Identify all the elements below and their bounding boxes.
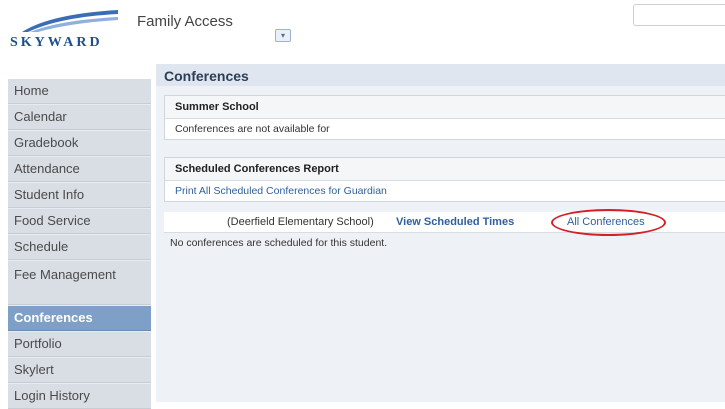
report-row: Print All Scheduled Conferences for Guar… — [165, 181, 725, 201]
sidebar-item-login-history[interactable]: Login History — [8, 384, 151, 409]
summer-school-panel: Summer School Conferences are not availa… — [164, 95, 725, 140]
sidebar-item-home[interactable]: Home — [8, 79, 151, 104]
sidebar-item-conferences[interactable]: Conferences — [8, 306, 151, 331]
swoosh-icon — [22, 10, 118, 32]
summer-school-message: Conferences are not available for — [175, 123, 330, 135]
report-heading: Scheduled Conferences Report — [165, 158, 725, 181]
summer-school-row: Conferences are not available for — [165, 119, 725, 139]
redacted-name — [332, 123, 391, 136]
no-conferences-message: No conferences are scheduled for this st… — [170, 237, 388, 249]
header: SKYWARD Family Access ▾ — [0, 0, 725, 62]
highlight-circle — [551, 209, 666, 236]
student-dropdown-button[interactable]: ▾ — [275, 29, 291, 42]
sidebar-item-schedule[interactable]: Schedule — [8, 235, 151, 260]
sidebar-item-student-info[interactable]: Student Info — [8, 183, 151, 208]
sidebar-nav: Home Calendar Gradebook Attendance Stude… — [8, 79, 151, 409]
view-scheduled-times-link[interactable]: View Scheduled Times — [396, 212, 514, 232]
sidebar-item-portfolio[interactable]: Portfolio — [8, 332, 151, 357]
logo-text: SKYWARD — [10, 35, 103, 50]
sidebar-item-calendar[interactable]: Calendar — [8, 105, 151, 130]
sidebar-item-food-service[interactable]: Food Service — [8, 209, 151, 234]
page-title: Conferences — [164, 68, 249, 84]
app-title: Family Access — [137, 13, 233, 30]
top-right-box[interactable] — [633, 4, 725, 26]
print-all-conferences-link[interactable]: Print All Scheduled Conferences for Guar… — [175, 185, 387, 197]
sidebar-item-skylert[interactable]: Skylert — [8, 358, 151, 383]
sidebar-item-fee-management[interactable]: Fee Management — [8, 261, 151, 305]
summer-school-heading: Summer School — [165, 96, 725, 119]
school-name: (Deerfield Elementary School) — [227, 216, 374, 228]
conferences-report-panel: Scheduled Conferences Report Print All S… — [164, 157, 725, 202]
skyward-logo: SKYWARD — [10, 8, 122, 54]
sidebar-item-gradebook[interactable]: Gradebook — [8, 131, 151, 156]
sidebar-item-attendance[interactable]: Attendance — [8, 157, 151, 182]
